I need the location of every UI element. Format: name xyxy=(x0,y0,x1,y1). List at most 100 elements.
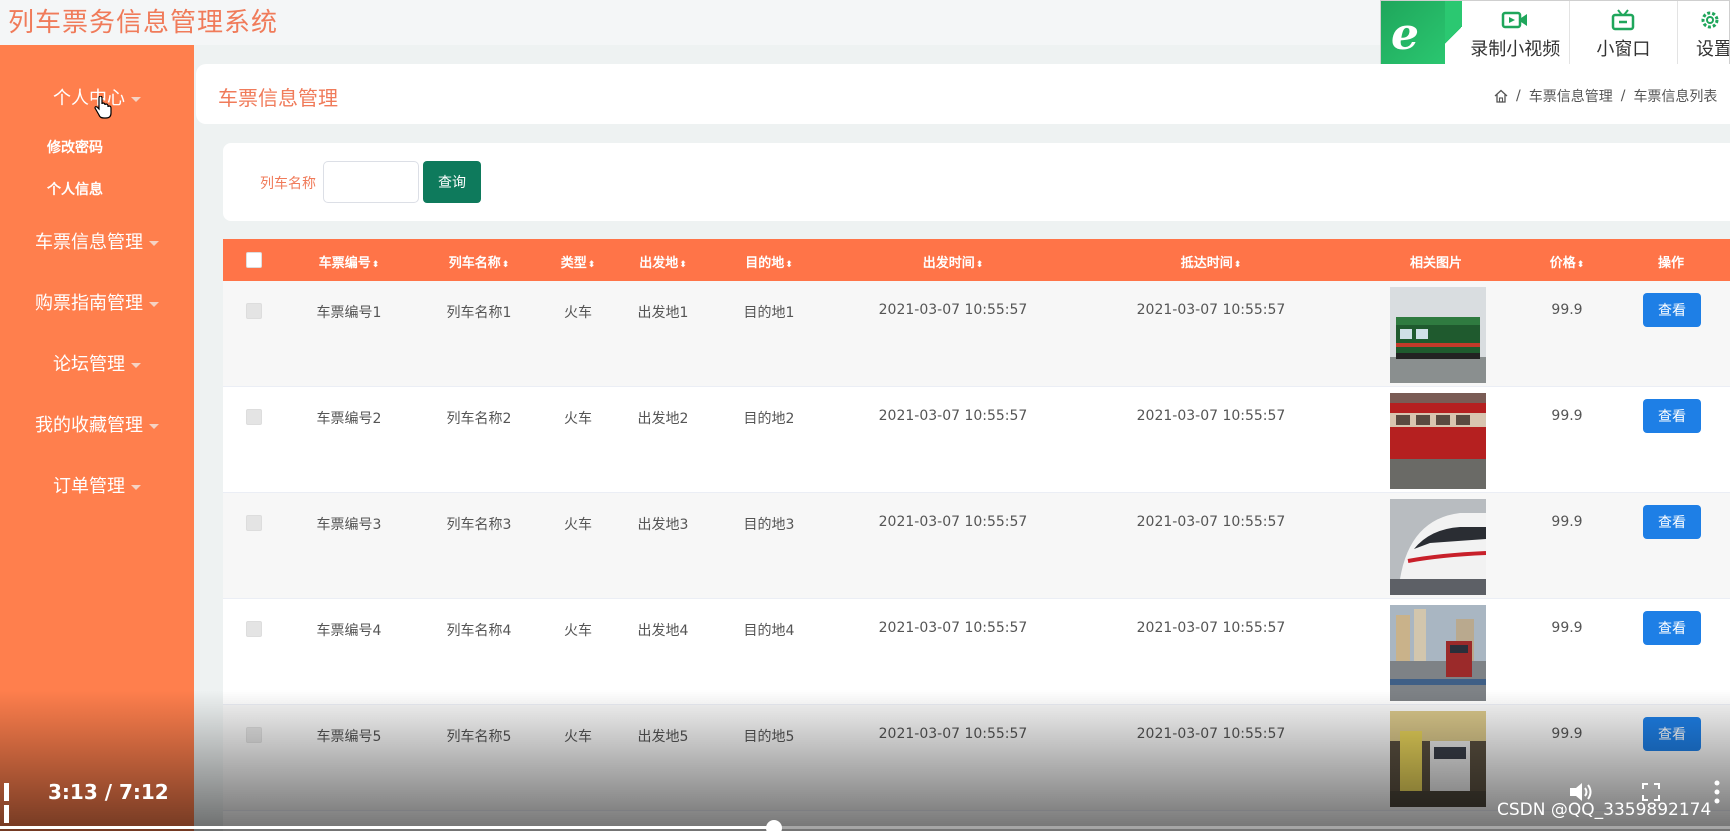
price-cell: 99.9 xyxy=(1551,726,1583,742)
sidebar-item-label: 车票信息管理 xyxy=(35,232,143,253)
sort-icon: ⬍ xyxy=(587,260,596,270)
sidebar-item-ticket-management[interactable]: 车票信息管理 xyxy=(0,228,194,254)
type-cell: 火车 xyxy=(564,623,592,639)
column-header-price[interactable]: 价格⬍ xyxy=(1550,252,1585,271)
sidebar-item-forum-management[interactable]: 论坛管理 xyxy=(0,350,194,376)
chevron-down-icon xyxy=(131,96,141,102)
column-header-type[interactable]: 类型⬍ xyxy=(561,252,596,271)
gear-icon xyxy=(1701,11,1719,29)
search-panel: 列车名称 查询 xyxy=(223,143,1730,221)
fullscreen-icon[interactable] xyxy=(1642,783,1660,801)
sidebar-item-guide-management[interactable]: 购票指南管理 xyxy=(0,289,194,315)
video-progress-knob[interactable] xyxy=(766,820,782,831)
table-row: 车票编号1 列车名称1 火车 出发地1 目的地1 2021-03-07 10:5… xyxy=(223,281,1730,387)
sidebar-subitem-change-password[interactable]: 修改密码 xyxy=(0,137,150,157)
arrive-time-cell: 2021-03-07 10:55:57 xyxy=(1136,514,1286,530)
train-image xyxy=(1390,711,1486,807)
arrive-time-cell: 2021-03-07 10:55:57 xyxy=(1136,408,1286,424)
column-header-to[interactable]: 目的地⬍ xyxy=(745,252,793,271)
depart-time-cell: 2021-03-07 10:55:57 xyxy=(878,408,1028,424)
from-cell: 出发地3 xyxy=(637,517,689,533)
train-name-search-input[interactable] xyxy=(323,161,419,203)
video-toolbar: e 录制小视频 小窗口 设置 xyxy=(1380,0,1730,70)
type-cell: 火车 xyxy=(564,517,592,533)
from-cell: 出发地4 xyxy=(637,623,689,639)
page-title: 车票信息管理 xyxy=(218,86,338,110)
settings-label: 设置 xyxy=(1696,39,1730,60)
table-header: 车票编号⬍ 列车名称⬍ 类型⬍ 出发地⬍ 目的地⬍ 出发时间⬍ 抵达时间⬍ 相关… xyxy=(223,239,1730,281)
mini-window-label: 小窗口 xyxy=(1596,39,1651,60)
chevron-down-icon xyxy=(149,240,159,246)
column-header-depart-time[interactable]: 出发时间⬍ xyxy=(923,252,984,271)
settings-button[interactable]: 设置 xyxy=(1678,1,1729,69)
breadcrumb: / 车票信息管理 / 车票信息列表 xyxy=(1494,86,1717,106)
row-checkbox[interactable] xyxy=(246,409,262,425)
column-header-from[interactable]: 出发地⬍ xyxy=(639,252,687,271)
table-row: 车票编号3 列车名称3 火车 出发地3 目的地3 2021-03-07 10:5… xyxy=(223,493,1730,599)
column-header-action: 操作 xyxy=(1657,256,1685,271)
sidebar-item-label: 订单管理 xyxy=(53,476,125,497)
price-cell: 99.9 xyxy=(1551,514,1583,530)
row-checkbox[interactable] xyxy=(246,515,262,531)
from-cell: 出发地1 xyxy=(637,305,689,321)
sidebar-item-label: 论坛管理 xyxy=(53,354,125,375)
chevron-down-icon xyxy=(149,301,159,307)
depart-time-cell: 2021-03-07 10:55:57 xyxy=(878,726,1028,742)
arrive-time-cell: 2021-03-07 10:55:57 xyxy=(1136,302,1286,318)
chevron-down-icon xyxy=(149,423,159,429)
sort-icon: ⬍ xyxy=(1576,260,1585,270)
sidebar-item-label: 购票指南管理 xyxy=(35,293,143,314)
select-all-checkbox[interactable] xyxy=(246,252,262,268)
row-checkbox[interactable] xyxy=(246,621,262,637)
mini-window-button[interactable]: 小窗口 xyxy=(1570,1,1679,69)
browser-logo-icon: e xyxy=(1381,1,1446,69)
table-row: 车票编号5 列车名称5 火车 出发地5 目的地5 2021-03-07 10:5… xyxy=(223,705,1730,811)
train-name-cell: 列车名称4 xyxy=(446,623,512,639)
arrive-time-cell: 2021-03-07 10:55:57 xyxy=(1136,726,1286,742)
ticket-no-cell: 车票编号5 xyxy=(316,729,382,745)
sidebar-item-label: 个人中心 xyxy=(53,88,125,109)
breadcrumb-item-ticket-management[interactable]: 车票信息管理 xyxy=(1529,86,1613,106)
ticket-no-cell: 车票编号3 xyxy=(316,517,382,533)
column-header-train-name[interactable]: 列车名称⬍ xyxy=(449,252,510,271)
sidebar-item-label: 我的收藏管理 xyxy=(35,415,143,436)
pause-icon[interactable] xyxy=(4,783,20,823)
to-cell: 目的地5 xyxy=(743,729,795,745)
view-button[interactable]: 查看 xyxy=(1643,717,1701,751)
train-name-cell: 列车名称3 xyxy=(446,517,512,533)
sort-icon: ⬍ xyxy=(975,260,984,270)
sidebar-subitem-personal-info[interactable]: 个人信息 xyxy=(0,179,150,199)
to-cell: 目的地1 xyxy=(743,305,795,321)
to-cell: 目的地3 xyxy=(743,517,795,533)
search-button[interactable]: 查询 xyxy=(423,161,481,203)
more-options-icon[interactable] xyxy=(1714,780,1720,804)
record-video-button[interactable]: 录制小视频 xyxy=(1462,1,1570,69)
video-progress-bar[interactable] xyxy=(0,826,1730,829)
sort-icon: ⬍ xyxy=(371,260,380,270)
home-icon[interactable] xyxy=(1494,89,1508,103)
ticket-table: 车票编号⬍ 列车名称⬍ 类型⬍ 出发地⬍ 目的地⬍ 出发时间⬍ 抵达时间⬍ 相关… xyxy=(223,239,1730,831)
table-row: 车票编号2 列车名称2 火车 出发地2 目的地2 2021-03-07 10:5… xyxy=(223,387,1730,493)
app-title: 列车票务信息管理系统 xyxy=(8,8,279,38)
view-button[interactable]: 查看 xyxy=(1643,611,1701,645)
column-header-ticket-no[interactable]: 车票编号⬍ xyxy=(319,252,380,271)
view-button[interactable]: 查看 xyxy=(1643,293,1701,327)
sidebar-item-favorites-management[interactable]: 我的收藏管理 xyxy=(0,411,194,437)
record-video-label: 录制小视频 xyxy=(1470,39,1561,60)
sidebar-item-order-management[interactable]: 订单管理 xyxy=(0,472,194,498)
video-time: 3:13 / 7:12 xyxy=(48,780,169,804)
row-checkbox[interactable] xyxy=(246,727,262,743)
price-cell: 99.9 xyxy=(1551,620,1583,636)
ticket-no-cell: 车票编号2 xyxy=(316,411,382,427)
view-button[interactable]: 查看 xyxy=(1643,399,1701,433)
tv-icon xyxy=(1612,9,1635,31)
search-label: 列车名称 xyxy=(260,176,316,192)
sort-icon: ⬍ xyxy=(1233,260,1242,270)
ticket-no-cell: 车票编号4 xyxy=(316,623,382,639)
view-button[interactable]: 查看 xyxy=(1643,505,1701,539)
video-record-icon xyxy=(1501,11,1528,29)
train-name-cell: 列车名称2 xyxy=(446,411,512,427)
row-checkbox[interactable] xyxy=(246,303,262,319)
column-header-arrive-time[interactable]: 抵达时间⬍ xyxy=(1181,252,1242,271)
train-name-cell: 列车名称1 xyxy=(446,305,512,321)
